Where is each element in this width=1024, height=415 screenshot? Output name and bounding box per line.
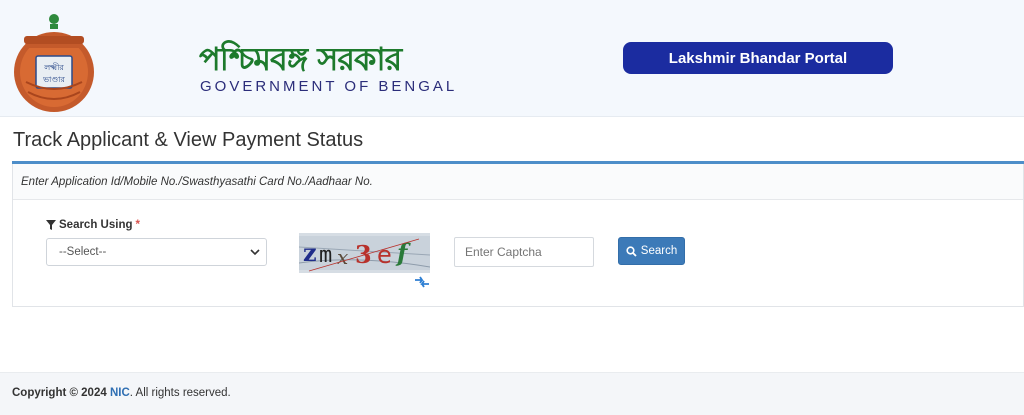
copyright-year: Copyright © 2024: [12, 387, 107, 399]
captcha-image: z m x 3 e f: [299, 233, 430, 273]
refresh-icon[interactable]: [413, 274, 431, 290]
search-button[interactable]: Search: [618, 237, 685, 265]
svg-text:3: 3: [355, 240, 372, 269]
page-title: Track Applicant & View Payment Status: [13, 129, 364, 151]
chevron-down-icon: [250, 249, 260, 256]
search-using-label: Search Using *: [46, 219, 140, 231]
svg-text:লক্ষ্মীর: লক্ষ্মীর: [43, 62, 64, 72]
site-footer: Copyright © 2024 NIC. All rights reserve…: [0, 372, 1024, 415]
svg-text:z: z: [303, 238, 317, 267]
lakshmir-bhandar-emblem: লক্ষ্মীর ভাণ্ডার: [14, 14, 94, 112]
captcha-input[interactable]: [454, 237, 594, 267]
panel-heading: Enter Application Id/Mobile No./Swasthya…: [13, 164, 1023, 200]
search-using-select[interactable]: --Select--: [46, 238, 267, 266]
rights-text: . All rights reserved.: [129, 387, 231, 399]
copyright-text: Copyright © 2024 NIC. All rights reserve…: [12, 387, 231, 399]
search-button-label: Search: [640, 245, 678, 257]
svg-text:x: x: [337, 245, 348, 269]
svg-text:ভাণ্ডার: ভাণ্ডার: [42, 75, 65, 84]
portal-button[interactable]: Lakshmir Bhandar Portal: [623, 42, 893, 74]
search-icon: [626, 245, 637, 257]
search-panel: Enter Application Id/Mobile No./Swasthya…: [12, 164, 1024, 307]
required-mark: *: [135, 219, 140, 231]
site-header: লক্ষ্মীর ভাণ্ডার পশ্চিমবঙ্গ সরকার GOVERN…: [0, 0, 1024, 117]
select-value: --Select--: [59, 246, 107, 258]
english-title: GOVERNMENT OF BENGAL: [200, 78, 458, 95]
svg-text:m: m: [319, 243, 332, 268]
svg-text:e: e: [377, 241, 392, 269]
filter-icon: [46, 220, 56, 230]
panel-heading-text: Enter Application Id/Mobile No./Swasthya…: [21, 176, 373, 188]
search-using-text: Search Using: [59, 219, 133, 231]
nic-link[interactable]: NIC: [110, 387, 130, 399]
